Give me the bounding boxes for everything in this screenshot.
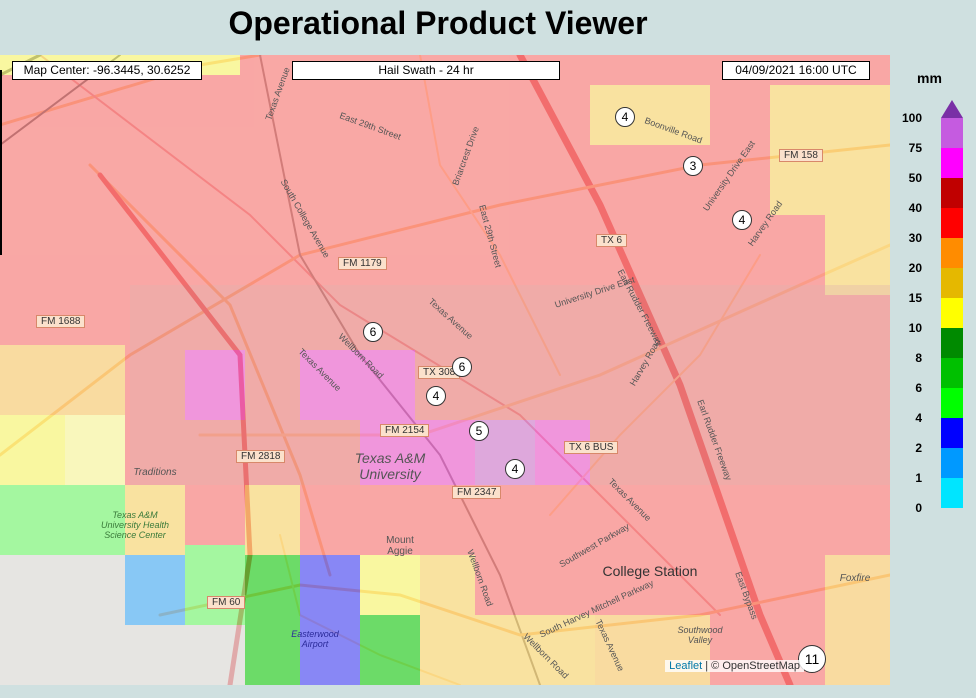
place-label: Texas A&M University [354, 450, 426, 482]
legend-swatch [941, 238, 963, 268]
hail-marker[interactable]: 3 [683, 156, 703, 176]
place-label: College Station [602, 563, 698, 579]
legend-label: 10 [908, 321, 922, 335]
infobox-product: Hail Swath - 24 hr [292, 61, 560, 80]
road-label: FM 2347 [452, 486, 502, 499]
infobox-datetime: 04/09/2021 16:00 UTC [722, 61, 870, 80]
hail-marker[interactable]: 4 [426, 386, 446, 406]
legend-label: 20 [908, 261, 922, 275]
legend-label: 6 [915, 381, 922, 395]
hail-marker[interactable]: 5 [469, 421, 489, 441]
place-label: Mount Aggie [386, 535, 414, 557]
leaflet-link[interactable]: Leaflet [669, 660, 702, 672]
legend-swatch [941, 298, 963, 328]
road-label: FM 2818 [236, 450, 286, 463]
legend-swatch [941, 208, 963, 238]
legend-swatch [941, 178, 963, 208]
hail-marker[interactable]: 6 [363, 322, 383, 342]
road-label: FM 1688 [36, 315, 86, 328]
legend-swatch [941, 478, 963, 508]
legend-label: 2 [915, 441, 922, 455]
legend-label: 75 [908, 141, 922, 155]
map-attribution: Leaflet | © OpenStreetMap [665, 660, 804, 672]
hail-marker[interactable]: 6 [452, 357, 472, 377]
legend-swatch [941, 148, 963, 178]
road-label: FM 1179 [338, 257, 387, 270]
map-viewport[interactable]: Map Center: -96.3445, 30.6252 Hail Swath… [0, 55, 890, 685]
legend-label: 8 [915, 351, 922, 365]
legend-swatch [941, 328, 963, 358]
legend-label: 15 [908, 291, 922, 305]
legend-label: 100 [901, 111, 922, 125]
place-label: Southwood Valley [677, 625, 723, 645]
legend-swatch [941, 448, 963, 478]
osm-attribution[interactable]: © OpenStreetMap [711, 660, 800, 672]
legend-swatch [941, 268, 963, 298]
attribution-separator: | [702, 660, 712, 672]
hail-marker[interactable]: 4 [505, 459, 525, 479]
legend-label: 0 [915, 501, 922, 515]
road-label: FM 2154 [380, 424, 430, 437]
road-label: TX 6 [596, 234, 628, 247]
legend-label: 1 [915, 471, 922, 485]
legend-label: 30 [908, 231, 922, 245]
legend-overflow-triangle [941, 100, 963, 118]
legend-label: 4 [915, 411, 922, 425]
place-label: Traditions [133, 467, 177, 478]
place-label: Easterwood Airport [291, 629, 339, 649]
layer-control-edge[interactable] [0, 70, 2, 255]
road-label: FM 158 [779, 149, 823, 162]
place-label: Foxfire [839, 573, 871, 584]
legend-swatch [941, 388, 963, 418]
infobox-map-center: Map Center: -96.3445, 30.6252 [12, 61, 202, 80]
legend-swatch [941, 358, 963, 388]
road-label: FM 60 [207, 596, 246, 609]
hail-marker[interactable]: 4 [732, 210, 752, 230]
place-label: Texas A&M University Health Science Cent… [100, 510, 170, 540]
page-title: Operational Product Viewer [228, 5, 648, 41]
legend-swatch [941, 118, 963, 148]
legend-swatch [941, 418, 963, 448]
legend-unit: mm [917, 70, 942, 86]
legend-label: 40 [908, 201, 922, 215]
legend-label: 50 [908, 171, 922, 185]
road-label: TX 6 BUS [564, 441, 619, 454]
hail-marker[interactable]: 4 [615, 107, 635, 127]
